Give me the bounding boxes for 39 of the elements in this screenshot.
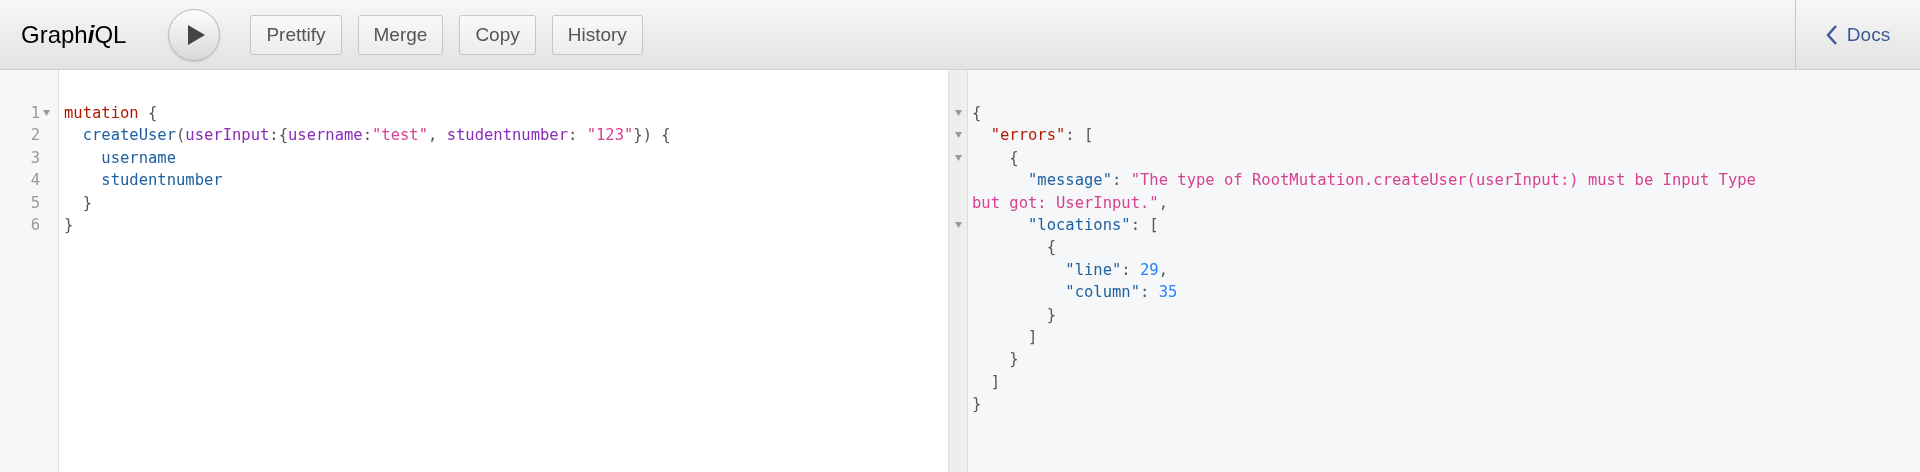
code-line: "errors": [ (989, 125, 1095, 147)
code-line: } (81, 192, 92, 214)
toolbar-button[interactable]: Copy (459, 14, 536, 55)
line-number: 2 (30, 125, 40, 147)
code-line: { (1008, 147, 1020, 169)
chevron-left-icon (1825, 24, 1838, 45)
code-line: } (1045, 304, 1057, 326)
code-line: } (972, 394, 983, 416)
code-line: username (100, 147, 176, 169)
code-line: ] (989, 371, 1001, 393)
code-line: "column": 35 (1064, 282, 1179, 304)
line-number: 4 (30, 170, 40, 192)
code-line: { (972, 103, 983, 124)
code-line: } (63, 215, 74, 237)
fold-arrow-icon[interactable] (955, 110, 962, 116)
code-line: "line": 29, (1064, 259, 1169, 281)
docs-link[interactable]: Docs (1825, 23, 1891, 46)
toolbar-button[interactable]: History (551, 14, 643, 55)
code-line: } (1008, 349, 1020, 371)
code-line: studentnumber (100, 170, 223, 192)
app-title: GraphiQL (21, 20, 127, 49)
code-line: ] (1027, 327, 1039, 349)
play-icon (186, 23, 207, 46)
code-line: mutation { (63, 103, 158, 124)
line-number: 3 (30, 147, 40, 169)
line-number: 6 (30, 215, 40, 237)
code-line: "message": "The type of RootMutation.createUser(userInput:) must be Input Type but got: UserInput.", (972, 170, 1757, 214)
fold-arrow-icon[interactable] (955, 132, 962, 139)
code-line: "locations": [ (1027, 215, 1160, 237)
line-number: 5 (30, 192, 40, 214)
run-button[interactable] (168, 8, 221, 61)
toolbar-button[interactable]: Merge (357, 14, 444, 55)
toolbar-button[interactable]: Prettify (250, 14, 342, 55)
code-line: createUser(userInput:{username:"test", studentnumber: "123"}) { (81, 125, 671, 147)
code-line: { (1045, 237, 1057, 259)
line-number: 1 (30, 103, 40, 124)
fold-arrow-icon[interactable] (955, 154, 962, 161)
fold-arrow-icon[interactable] (42, 110, 50, 117)
fold-arrow-icon[interactable] (955, 222, 962, 229)
